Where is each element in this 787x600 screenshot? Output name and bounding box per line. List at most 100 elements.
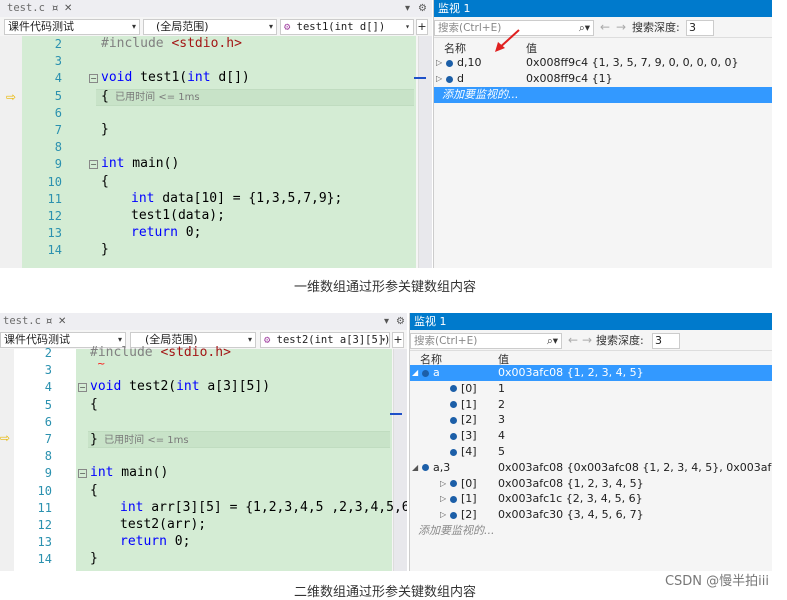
column-header-name[interactable]: 名称 xyxy=(444,40,466,56)
code-line[interactable]: #include <stdio.h> xyxy=(101,36,242,51)
code-line[interactable]: return 0; xyxy=(120,534,190,549)
split-button[interactable]: + xyxy=(416,19,428,35)
vertical-scrollbar[interactable] xyxy=(393,349,407,571)
collapse-toggle[interactable]: − xyxy=(89,160,98,170)
collapsed-icon[interactable]: ▷ xyxy=(436,55,442,71)
close-icon[interactable]: ✕ xyxy=(58,314,66,329)
line-number: 12 xyxy=(47,209,62,223)
code-line[interactable]: { 已用时间 <= 1ms xyxy=(101,88,200,104)
watch-row[interactable]: ▷ d,10 0x008ff9c4 {1, 3, 5, 7, 9, 0, 0, 0,… xyxy=(434,55,772,71)
collapse-toggle[interactable]: − xyxy=(78,469,87,479)
add-watch-row[interactable]: 添加要监视的... xyxy=(410,523,772,539)
function-select[interactable]: ⚙ test1(int d[]) ▾ xyxy=(280,19,414,35)
depth-value: 3 xyxy=(689,21,696,34)
code-line[interactable]: } xyxy=(101,122,109,137)
line-number: 4 xyxy=(54,71,62,86)
search-placeholder: 搜索(Ctrl+E) xyxy=(438,22,502,34)
add-watch-text: 添加要监视的... xyxy=(442,88,519,101)
code-line[interactable]: #include <stdio.h> xyxy=(90,345,231,360)
close-icon[interactable]: ✕ xyxy=(64,1,72,16)
file-tab[interactable]: test.c xyxy=(4,1,48,16)
expanded-icon[interactable]: ◢ xyxy=(412,365,418,381)
watch-name: a xyxy=(422,365,440,381)
search-icon[interactable]: ⌕▾ xyxy=(579,21,590,35)
code-line[interactable]: } 已用时间 <= 1ms xyxy=(90,431,189,447)
add-watch-row[interactable]: 添加要监视的... xyxy=(434,87,772,103)
watch-row[interactable]: [1] 2 xyxy=(410,397,772,413)
editor-tab-bar: test.c ¤ ✕ ▾ ⚙ xyxy=(0,0,432,17)
collapsed-icon[interactable]: ▷ xyxy=(436,71,442,87)
variable-icon xyxy=(446,75,453,83)
watch-row[interactable]: ◢ a 0x003afc08 {1, 2, 3, 4, 5} xyxy=(410,365,772,381)
line-number: 13 xyxy=(47,226,62,241)
editor-panel: test.c ¤ ✕ ▾ ⚙ 课件代码测试 ▾ (全局范围) ▾ ⚙ test2(i… xyxy=(0,313,407,571)
code-line[interactable]: int main() xyxy=(90,465,168,480)
instruction-pointer-icon: ⇨ xyxy=(0,431,11,445)
column-header-value[interactable]: 值 xyxy=(526,40,537,56)
watch-value: 0x003afc1c {2, 3, 4, 5, 6} xyxy=(498,492,643,506)
code-line[interactable]: } xyxy=(90,551,98,566)
project-select[interactable]: 课件代码测试 ▾ xyxy=(4,19,140,35)
code-line[interactable]: test1(data); xyxy=(131,208,225,223)
code-line[interactable]: { xyxy=(90,483,98,498)
back-arrow-icon[interactable]: ← xyxy=(568,333,578,347)
line-number: 2 xyxy=(54,37,62,51)
code-line[interactable]: } xyxy=(101,242,109,257)
dropdown-icon[interactable]: ▾ xyxy=(405,1,410,16)
forward-arrow-icon[interactable]: → xyxy=(582,333,592,347)
gear-icon[interactable]: ⚙ xyxy=(396,314,405,329)
search-placeholder: 搜索(Ctrl+E) xyxy=(414,335,478,347)
watch-row[interactable]: ▷ [1] 0x003afc1c {2, 3, 4, 5, 6} xyxy=(410,491,772,507)
watch-row[interactable]: [2] 3 xyxy=(410,412,772,428)
forward-arrow-icon[interactable]: → xyxy=(616,20,626,34)
depth-label: 搜索深度: xyxy=(596,334,644,347)
collapsed-icon[interactable]: ▷ xyxy=(440,507,446,523)
code-line[interactable]: int arr[3][5] = {1,2,3,4,5 ,2,3,4,5,6 xyxy=(120,500,407,515)
collapsed-icon[interactable]: ▷ xyxy=(440,491,446,507)
line-number: 11 xyxy=(37,500,52,515)
watch-row[interactable]: ▷ [0] 0x003afc08 {1, 2, 3, 4, 5} xyxy=(410,476,772,492)
depth-select[interactable]: 3 xyxy=(686,20,714,36)
watch-row[interactable]: [3] 4 xyxy=(410,428,772,444)
watch-name: [3] xyxy=(450,428,477,444)
code-line[interactable]: test2(arr); xyxy=(120,517,206,532)
code-line[interactable]: { xyxy=(101,174,109,189)
vertical-scrollbar[interactable] xyxy=(418,36,432,268)
code-line[interactable]: void test1(int d[]) xyxy=(101,70,250,85)
expanded-icon[interactable]: ◢ xyxy=(412,460,418,476)
editor-tab-bar: test.c ¤ ✕ ▾ ⚙ xyxy=(0,313,407,330)
line-number: 2 xyxy=(44,346,52,360)
pin-icon[interactable]: ¤ xyxy=(46,314,52,329)
gear-icon[interactable]: ⚙ xyxy=(418,1,427,16)
line-number: 5 xyxy=(54,88,62,103)
code-line[interactable]: int main() xyxy=(101,156,179,171)
code-line[interactable]: return 0; xyxy=(131,225,201,240)
code-line[interactable]: void test2(int a[3][5]) xyxy=(90,379,270,394)
watch-value: 3 xyxy=(498,413,505,427)
code-line[interactable]: { xyxy=(90,397,98,412)
dropdown-icon[interactable]: ▾ xyxy=(384,314,389,329)
pin-icon[interactable]: ¤ xyxy=(52,1,58,16)
collapsed-icon[interactable]: ▷ xyxy=(440,476,446,492)
watch-row[interactable]: [4] 5 xyxy=(410,444,772,460)
back-arrow-icon[interactable]: ← xyxy=(600,20,610,34)
collapse-toggle[interactable]: − xyxy=(78,383,87,393)
line-number: 11 xyxy=(47,191,62,206)
collapse-toggle[interactable]: − xyxy=(89,74,98,84)
watch-value: 2 xyxy=(498,397,505,411)
depth-value: 3 xyxy=(655,334,662,347)
split-button[interactable]: + xyxy=(392,332,404,348)
watch-row[interactable]: ▷ [2] 0x003afc30 {3, 4, 5, 6, 7} xyxy=(410,507,772,523)
search-icon[interactable]: ⌕▾ xyxy=(547,334,558,348)
depth-select[interactable]: 3 xyxy=(652,333,680,349)
search-input[interactable]: 搜索(Ctrl+E) ⌕▾ xyxy=(410,333,562,349)
code-line[interactable]: int data[10] = {1,3,5,7,9}; xyxy=(131,191,342,206)
watch-row[interactable]: [0] 1 xyxy=(410,381,772,397)
watch-row[interactable]: ◢ a,3 0x003afc08 {0x003afc08 {1, 2, 3, 4, … xyxy=(410,460,772,476)
watch-row[interactable]: ▷ d 0x008ff9c4 {1} xyxy=(434,71,772,87)
file-tab[interactable]: test.c xyxy=(0,314,44,329)
function-select[interactable]: ⚙ test2(int a[3][5]) ▾ xyxy=(260,332,390,348)
project-label: 课件代码测试 xyxy=(8,20,74,33)
scope-select[interactable]: (全局范围) ▾ xyxy=(143,19,277,35)
watch-value: 0x003afc30 {3, 4, 5, 6, 7} xyxy=(498,508,644,522)
